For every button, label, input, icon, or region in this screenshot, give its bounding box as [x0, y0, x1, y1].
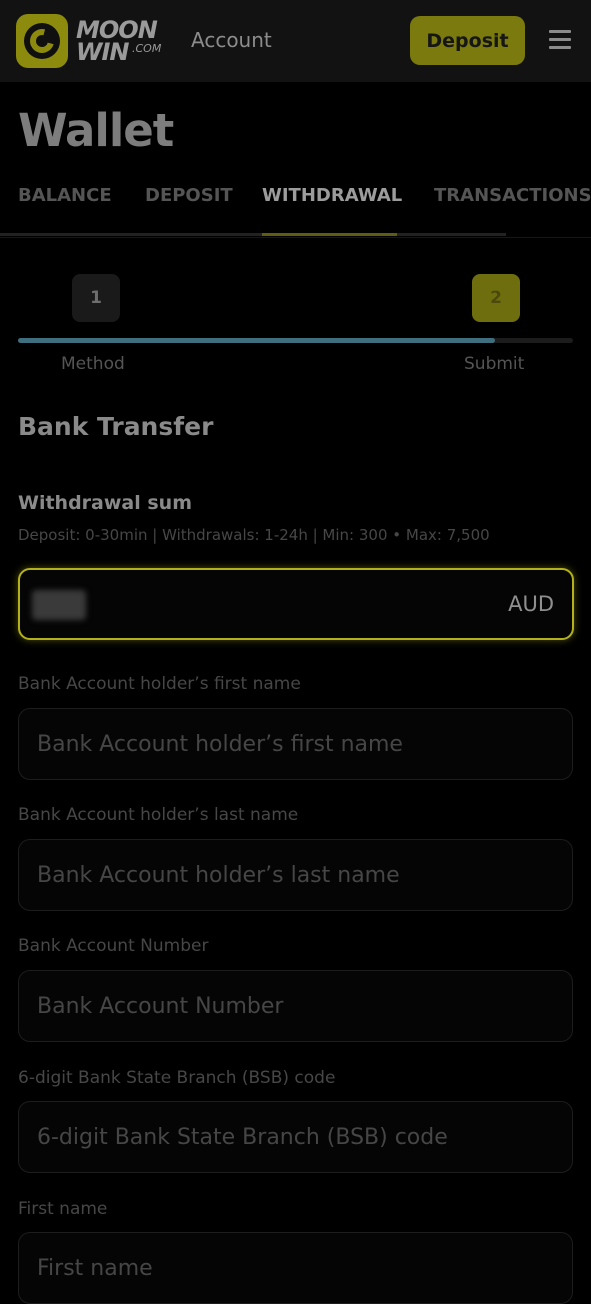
step-1-indicator[interactable]: 1: [72, 274, 120, 322]
withdrawal-sum-label: Withdrawal sum: [18, 492, 193, 514]
first-name-holder-label: Bank Account holder’s first name: [18, 674, 301, 694]
moonwin-logo-icon[interactable]: [16, 14, 68, 68]
deposit-button[interactable]: Deposit: [410, 16, 525, 65]
brand-suffix: .COM: [132, 42, 162, 55]
top-header: MOON WIN .COM Account Deposit: [0, 0, 591, 82]
tabs-track: [0, 233, 506, 236]
currency-label: AUD: [508, 592, 554, 616]
account-number-input[interactable]: [18, 970, 573, 1042]
logo-ring: [24, 23, 60, 59]
tab-withdrawal[interactable]: WITHDRAWAL: [262, 185, 402, 206]
page-title: Wallet: [18, 104, 174, 157]
step-1-label: Method: [61, 354, 125, 374]
step-2-indicator: 2: [472, 274, 520, 322]
brand-wordmark[interactable]: MOON WIN .COM: [76, 18, 176, 66]
last-name-holder-label: Bank Account holder’s last name: [18, 805, 299, 825]
tab-transactions[interactable]: TRANSACTIONS: [434, 185, 591, 206]
brand-line2: WIN: [76, 38, 129, 66]
logo-crescent: [25, 24, 59, 58]
holder-first-name-input[interactable]: [18, 708, 573, 780]
tab-deposit[interactable]: DEPOSIT: [145, 185, 233, 206]
bsb-code-label: 6-digit Bank State Branch (BSB) code: [18, 1068, 336, 1088]
active-tab-indicator: [262, 233, 397, 236]
holder-last-name-input[interactable]: [18, 839, 573, 911]
withdrawal-limits-info: Deposit: 0-30min | Withdrawals: 1-24h | …: [18, 526, 490, 544]
tab-balance[interactable]: BALANCE: [18, 185, 112, 206]
first-name-label: First name: [18, 1199, 108, 1219]
method-title: Bank Transfer: [18, 412, 214, 441]
bsb-code-input[interactable]: [18, 1101, 573, 1173]
account-number-label: Bank Account Number: [18, 936, 209, 956]
account-link[interactable]: Account: [191, 28, 272, 52]
first-name-input[interactable]: [18, 1232, 573, 1304]
withdrawal-amount-input[interactable]: AUD: [18, 568, 574, 640]
hamburger-menu-icon[interactable]: [549, 30, 571, 50]
stepper-progress-track: [18, 338, 573, 343]
redacted-amount: [32, 590, 86, 620]
stepper-progress-fill: [18, 338, 496, 343]
step-2-label: Submit: [464, 354, 525, 374]
tabs-divider: [0, 237, 591, 238]
